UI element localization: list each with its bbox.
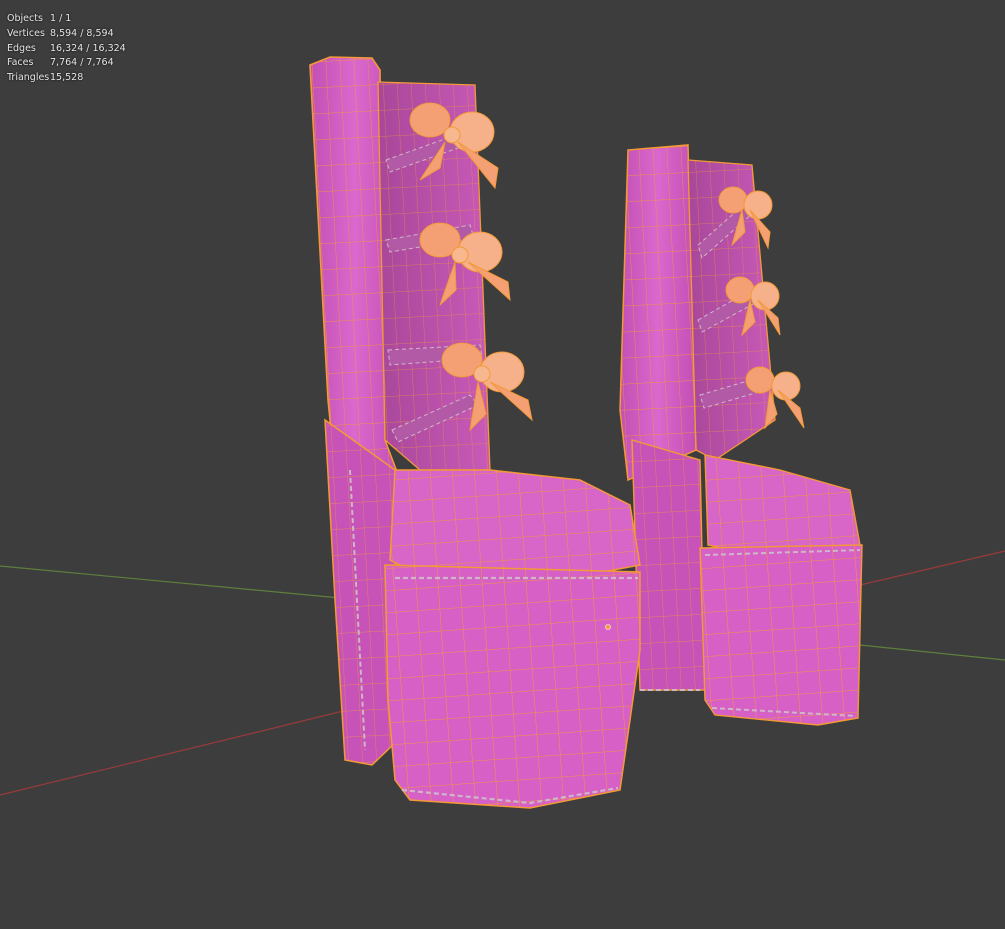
stat-triangles: Triangles 15,528 <box>7 71 126 86</box>
stat-label: Triangles <box>7 72 50 84</box>
stat-value: 1 / 1 <box>50 13 72 24</box>
origin-marker <box>605 624 611 630</box>
stat-vertices: Vertices 8,594 / 8,594 <box>7 27 126 42</box>
stat-label: Edges <box>7 42 36 54</box>
stat-value: 8,594 / 8,594 <box>50 27 114 39</box>
stat-value: 16,324 / 16,324 <box>50 42 126 54</box>
stat-label: Faces <box>7 57 34 69</box>
3d-viewport[interactable]: Objects 1 / 1 Vertices 8,594 / 8,594 Edg… <box>0 0 1005 929</box>
stat-label: Vertices <box>7 27 45 39</box>
stat-value: 7,764 / 7,764 <box>50 57 114 69</box>
y-axis-line <box>0 565 341 599</box>
stat-label: Objects <box>7 13 43 24</box>
stat-value: 15,528 <box>50 72 84 84</box>
x-axis-line-far <box>859 550 1005 586</box>
stat-faces: Faces 7,764 / 7,764 <box>7 56 126 71</box>
stat-edges: Edges 16,324 / 16,324 <box>7 42 126 57</box>
stat-objects: Objects 1 / 1 <box>7 12 126 27</box>
right-boot-mesh[interactable] <box>619 144 863 726</box>
y-axis-line-far <box>859 644 1005 661</box>
scene-canvas[interactable] <box>0 0 1005 929</box>
left-boot-mesh[interactable] <box>309 56 641 809</box>
scene-statistics-overlay: Objects 1 / 1 Vertices 8,594 / 8,594 Edg… <box>7 12 126 86</box>
